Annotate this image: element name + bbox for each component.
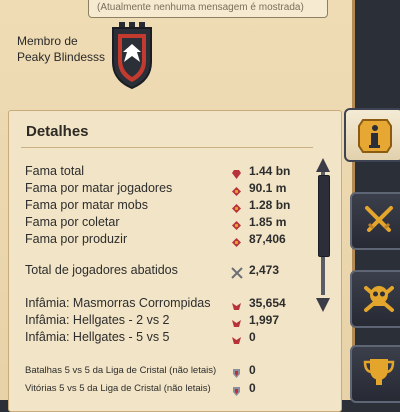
scroll-down-arrow-icon[interactable] xyxy=(316,298,330,312)
guild-label-line1: Membro de xyxy=(17,34,78,48)
crossed-swords-icon xyxy=(231,266,243,279)
stat-value: 1.28 bn xyxy=(249,198,291,212)
stat-label: Infâmia: Hellgates - 2 vs 2 xyxy=(25,313,170,327)
stat-value: 1,997 xyxy=(249,313,280,327)
message-box: (Atualmente nenhuma mensagem é mostrada) xyxy=(88,0,328,18)
infamy-icon xyxy=(231,316,242,327)
stat-value: 90.1 m xyxy=(249,181,287,195)
stat-label: Fama por coletar xyxy=(25,215,120,229)
details-panel: Detalhes Fama total 1.44 bn Fama por matar… xyxy=(8,110,342,412)
scroll-up-arrow-icon[interactable] xyxy=(316,158,330,172)
stat-row: Fama por coletar 1.85 m xyxy=(25,215,311,231)
details-title: Detalhes xyxy=(26,123,89,140)
gathering-fame-icon xyxy=(231,218,242,230)
guild-name[interactable]: Peaky Blindesss xyxy=(17,49,105,65)
tab-info[interactable] xyxy=(344,108,400,162)
infamy-icon xyxy=(231,299,242,310)
stat-value: 87,406 xyxy=(249,232,286,246)
stat-value: 2,473 xyxy=(249,263,280,277)
stat-value: 1.44 bn xyxy=(249,164,291,178)
stat-row: Fama total 1.44 bn xyxy=(25,164,311,180)
stat-label: Batalhas 5 vs 5 da Liga de Cristal (não … xyxy=(25,365,217,376)
stat-label: Fama total xyxy=(25,164,85,178)
stat-row: Infâmia: Masmorras Corrompidas 35,654 xyxy=(25,296,311,312)
stat-value: 0 xyxy=(249,381,256,395)
stat-row: Infâmia: Hellgates - 5 vs 5 0 xyxy=(25,330,311,346)
stat-label: Fama por matar mobs xyxy=(25,198,148,212)
stat-row: Batalhas 5 vs 5 da Liga de Cristal (não … xyxy=(25,363,311,379)
crafting-fame-icon xyxy=(231,235,242,247)
stat-label: Vitórias 5 vs 5 da Liga de Cristal (não … xyxy=(25,383,211,394)
stat-label: Infâmia: Masmorras Corrompidas xyxy=(25,296,211,310)
tab-achievements[interactable] xyxy=(350,345,400,403)
stat-value: 35,654 xyxy=(249,296,286,310)
stat-value: 1.85 m xyxy=(249,215,287,229)
divider xyxy=(21,147,313,148)
crossed-swords-icon xyxy=(365,206,393,232)
profile-panel: (Atualmente nenhuma mensagem é mostrada)… xyxy=(0,0,355,412)
stat-label: Fama por matar jogadores xyxy=(25,181,173,195)
info-icon xyxy=(358,119,392,153)
stat-label: Infâmia: Hellgates - 5 vs 5 xyxy=(25,330,170,344)
infamy-icon xyxy=(231,333,242,344)
skull-crossbones-icon xyxy=(364,286,394,312)
pve-fame-icon xyxy=(231,201,242,213)
stat-label: Fama por produzir xyxy=(25,232,128,246)
stat-row: Fama por matar jogadores 90.1 m xyxy=(25,181,311,197)
column-header-faded xyxy=(23,151,309,161)
stat-row: Vitórias 5 vs 5 da Liga de Cristal (não … xyxy=(25,381,311,397)
guild-label: Membro de Peaky Blindesss xyxy=(17,33,105,65)
fame-gem-icon xyxy=(231,167,242,179)
stat-row: Fama por produzir 87,406 xyxy=(25,232,311,248)
eagle-shield-icon[interactable] xyxy=(107,22,157,90)
scrollbar-thumb[interactable] xyxy=(318,175,330,257)
crystal-league-icon xyxy=(231,384,242,396)
stat-row: Total de jogadores abatidos 2,473 xyxy=(25,263,311,279)
pvp-fame-icon xyxy=(231,184,242,196)
stat-label: Total de jogadores abatidos xyxy=(25,263,178,277)
stat-row: Infâmia: Hellgates - 2 vs 2 1,997 xyxy=(25,313,311,329)
stat-value: 0 xyxy=(249,330,256,344)
crystal-league-icon xyxy=(231,366,242,378)
trophy-icon xyxy=(363,359,395,385)
stat-row: Fama por matar mobs 1.28 bn xyxy=(25,198,311,214)
stat-value: 0 xyxy=(249,363,256,377)
tab-pve[interactable] xyxy=(350,270,400,328)
tab-pvp[interactable] xyxy=(350,192,400,250)
